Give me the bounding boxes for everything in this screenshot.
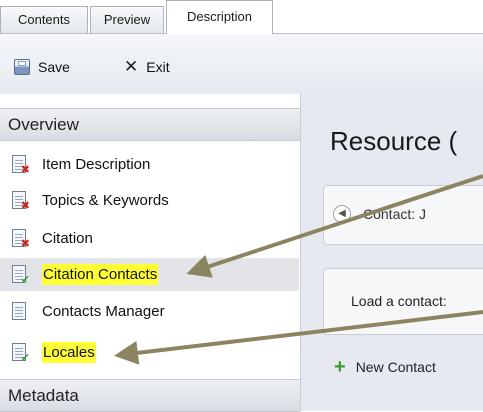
plus-icon: + xyxy=(334,356,346,378)
tab-description[interactable]: Description xyxy=(166,0,273,34)
toolbar: Save ✕ Exit xyxy=(0,34,483,94)
contact-panel: ◀ Contact: J xyxy=(323,185,483,245)
new-contact-label: New Contact xyxy=(355,359,436,375)
document-error-icon: ✖ xyxy=(12,228,30,249)
document-error-icon: ✖ xyxy=(12,154,30,175)
contact-label: Contact: J xyxy=(363,206,427,222)
overview-section-header[interactable]: Overview xyxy=(0,108,300,141)
new-contact-button[interactable]: + New Contact xyxy=(334,356,436,378)
collapse-toggle-icon[interactable]: ◀ xyxy=(333,205,351,223)
document-check-icon: ✔ xyxy=(12,264,30,285)
document-error-icon: ✖ xyxy=(12,190,30,211)
load-contact-label: Load a contact: xyxy=(351,293,447,309)
exit-label: Exit xyxy=(146,59,170,75)
document-check-icon: ✔ xyxy=(12,342,30,363)
metadata-section-header[interactable]: Metadata xyxy=(0,379,300,412)
load-contact-panel: Load a contact: xyxy=(323,268,483,335)
sidebar-item-label: Topics & Keywords xyxy=(42,192,169,209)
tab-preview[interactable]: Preview xyxy=(90,6,164,33)
sidebar-item-label: Contacts Manager xyxy=(42,303,165,320)
sidebar-item-citation-contacts[interactable]: ✔ Citation Contacts xyxy=(0,258,299,291)
save-button[interactable]: Save xyxy=(14,57,70,77)
sidebar-item-label: Item Description xyxy=(42,156,151,173)
close-x-icon: ✕ xyxy=(124,57,139,76)
sidebar-item-label: Citation Contacts xyxy=(42,264,159,285)
page-title: Resource ( xyxy=(330,126,458,156)
sidebar-item-contacts-manager[interactable]: Contacts Manager xyxy=(0,295,299,328)
tab-contents[interactable]: Contents xyxy=(0,6,88,33)
document-icon xyxy=(12,301,30,322)
sidebar-item-item-description[interactable]: ✖ Item Description xyxy=(0,148,299,181)
sidebar-item-citation[interactable]: ✖ Citation xyxy=(0,222,299,255)
main-content: Resource ( ◀ Contact: J Load a contact: … xyxy=(301,94,483,411)
sidebar-item-label: Locales xyxy=(42,342,96,363)
sidebar-item-locales[interactable]: ✔ Locales xyxy=(0,336,299,369)
save-label: Save xyxy=(38,59,70,75)
sidebar-item-label: Citation xyxy=(42,230,93,247)
sidebar-item-topics-keywords[interactable]: ✖ Topics & Keywords xyxy=(0,184,299,217)
tab-strip: Contents Preview Description xyxy=(0,0,483,34)
exit-button[interactable]: ✕ Exit xyxy=(124,57,170,77)
floppy-disk-icon xyxy=(14,59,30,75)
sidebar: Overview ✖ Item Description ✖ Topics & K… xyxy=(0,94,301,412)
